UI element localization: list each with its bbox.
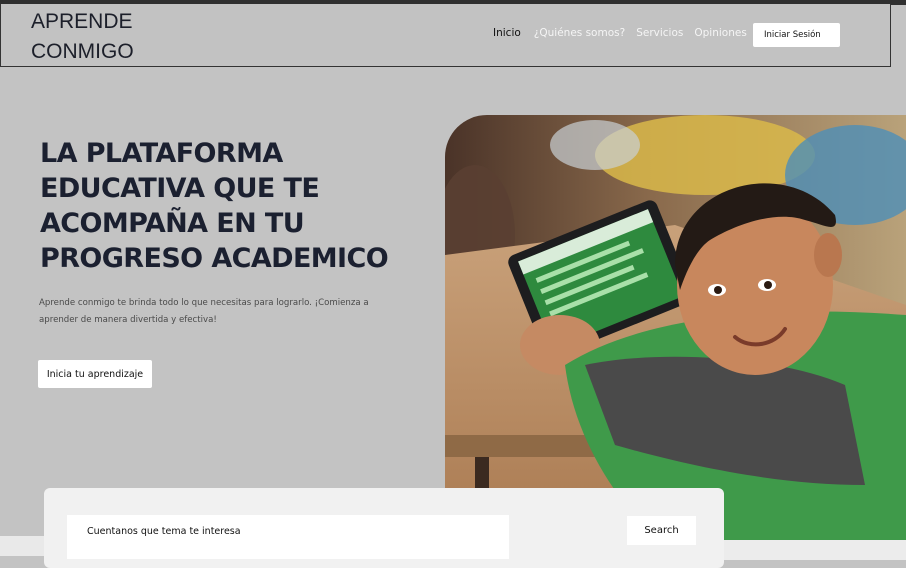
logo-line-2: CONMIGO [31,40,134,63]
nav-item-servicios[interactable]: Servicios [636,27,683,39]
bottom-section-edge [0,536,44,556]
hero-subtitle: Aprende conmigo te brinda todo lo que ne… [39,298,369,325]
topic-search-input[interactable] [67,515,509,559]
nav-item-inicio[interactable]: Inicio [493,27,521,39]
nav-item-quienes-somos[interactable]: ¿Quiénes somos? [534,27,625,39]
search-panel: Search [44,488,724,568]
main-nav: Inicio ¿Quiénes somos? Servicios Opinion… [493,26,778,40]
site-header: APRENDE CONMIGO Inicio ¿Quiénes somos? S… [0,4,891,67]
logo-line-1: APRENDE [31,10,133,33]
login-button[interactable]: Iniciar Sesión [753,23,840,47]
start-learning-button[interactable]: Inicia tu aprendizaje [38,360,152,388]
search-button[interactable]: Search [627,516,696,545]
hero-title: LA PLATAFORMA EDUCATIVA QUE TE ACOMPAÑA … [40,138,389,274]
site-logo[interactable]: APRENDE CONMIGO [31,7,134,67]
bottom-section-edge-right [724,540,906,560]
nav-item-opiniones[interactable]: Opiniones [694,27,746,39]
